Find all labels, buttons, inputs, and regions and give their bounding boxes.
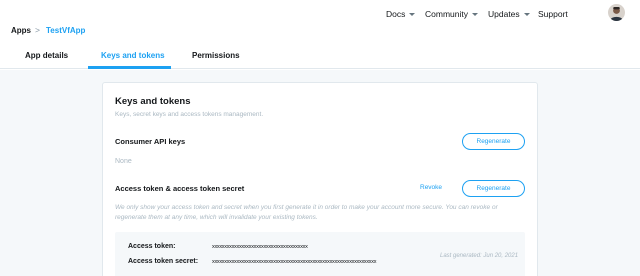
card-title: Keys and tokens [115, 96, 191, 107]
breadcrumb-apps[interactable]: Apps [11, 26, 31, 35]
nav-community-label: Community [425, 9, 468, 19]
access-token-secret-value: xxxxxxxxxxxxxxxxxxxxxxxxxxxxxxxxxxxxxxxx… [212, 259, 377, 265]
access-token-label: Access token: [128, 243, 176, 250]
chevron-down-icon [471, 12, 478, 16]
consumer-keys-title: Consumer API keys [115, 137, 186, 146]
avatar[interactable] [608, 4, 625, 21]
nav-docs[interactable]: Docs [386, 9, 416, 19]
breadcrumb: Apps > TestVfApp [0, 25, 640, 42]
tab-permissions[interactable]: Permissions [192, 51, 240, 60]
access-regenerate-button[interactable]: Regenerate [462, 180, 525, 197]
card-subtitle: Keys, secret keys and access tokens mana… [115, 111, 264, 118]
tab-app-details[interactable]: App details [25, 51, 68, 60]
revoke-link[interactable]: Revoke [420, 184, 442, 191]
access-token-value: xxxxxxxxxxxxxxxxxxxxxxxxxxxxxxxxxxxxxxx [212, 244, 308, 250]
consumer-keys-value: None [115, 158, 132, 165]
nav-updates-label: Updates [488, 9, 520, 19]
consumer-regenerate-button[interactable]: Regenerate [462, 133, 525, 150]
nav-support-label: Support [538, 9, 568, 19]
nav-updates[interactable]: Updates [488, 9, 530, 19]
nav-community[interactable]: Community [425, 9, 478, 19]
access-token-secret-label: Access token secret: [128, 258, 199, 265]
nav-docs-label: Docs [386, 9, 406, 19]
access-token-title: Access token & access token secret [115, 184, 245, 193]
breadcrumb-separator: > [35, 25, 40, 35]
chevron-down-icon [409, 12, 416, 16]
tab-keys-and-tokens[interactable]: Keys and tokens [101, 51, 165, 60]
tab-bar: App details Keys and tokens Permissions [0, 42, 640, 69]
chevron-down-icon [523, 12, 530, 16]
last-generated: Last generated: Jun 20, 2021 [440, 253, 519, 259]
active-tab-indicator [88, 66, 171, 69]
top-header: Docs Community Updates Support [0, 0, 640, 26]
user-avatar-icon [608, 4, 625, 21]
nav-support[interactable]: Support [538, 9, 568, 19]
access-token-description: We only show your access token and secre… [115, 204, 498, 221]
breadcrumb-app-name[interactable]: TestVfApp [46, 26, 85, 35]
